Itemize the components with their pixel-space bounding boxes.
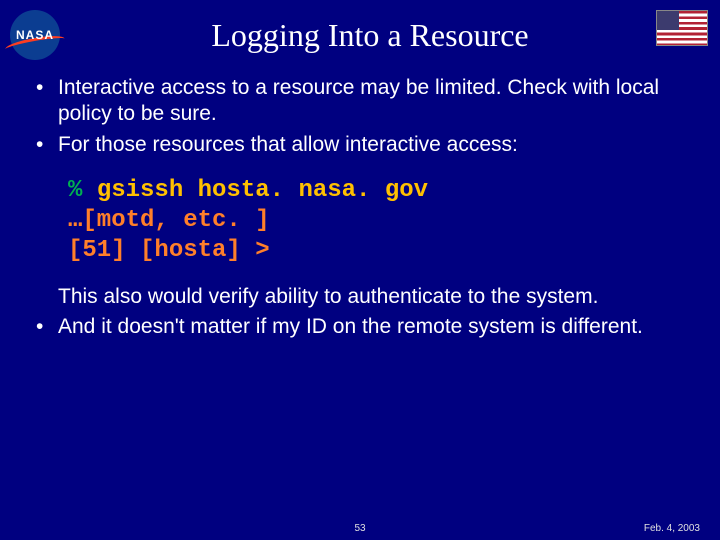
footer-date: Feb. 4, 2003 — [644, 523, 700, 534]
bullet-list-bottom: And it doesn't matter if my ID on the re… — [30, 314, 690, 340]
code-block: % gsissh hosta. nasa. gov …[motd, etc. ]… — [68, 176, 690, 266]
slide-content: Interactive access to a resource may be … — [0, 65, 720, 340]
bullet-item: Interactive access to a resource may be … — [30, 75, 690, 128]
nasa-logo-icon: NASA — [10, 10, 70, 60]
code-output-line: …[motd, etc. ] — [68, 206, 690, 236]
paragraph-text: This also would verify ability to authen… — [30, 284, 690, 310]
code-line: % gsissh hosta. nasa. gov — [68, 176, 690, 206]
bullet-item: And it doesn't matter if my ID on the re… — [30, 314, 690, 340]
code-output-line: [51] [hosta] > — [68, 236, 690, 266]
code-prompt: % — [68, 177, 82, 204]
us-flag-icon — [656, 10, 708, 46]
bullet-list-top: Interactive access to a resource may be … — [30, 75, 690, 158]
page-number: 53 — [354, 523, 365, 534]
slide-footer: 53 Feb. 4, 2003 — [0, 523, 720, 534]
slide-title: Logging Into a Resource — [40, 17, 700, 54]
bullet-item: For those resources that allow interacti… — [30, 132, 690, 158]
nasa-logo-text: NASA — [16, 28, 54, 42]
code-command: gsissh hosta. nasa. gov — [97, 177, 428, 204]
slide-header: NASA Logging Into a Resource — [0, 0, 720, 65]
